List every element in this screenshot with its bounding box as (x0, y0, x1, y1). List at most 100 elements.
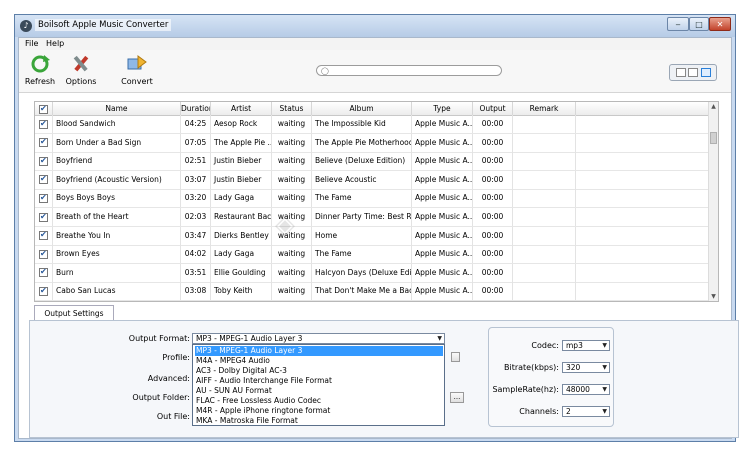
header-status[interactable]: Status (272, 102, 312, 115)
cell-duration: 03:07 (181, 170, 211, 189)
row-checkbox-cell[interactable] (35, 189, 53, 208)
row-checkbox[interactable] (39, 286, 48, 296)
header-name[interactable]: Name (53, 102, 181, 115)
format-option[interactable]: AU - SUN AU Format (195, 386, 443, 396)
view-grid-icon[interactable] (701, 68, 711, 77)
cell-album: Home (312, 226, 412, 245)
cell-duration: 02:51 (181, 152, 211, 171)
row-checkbox[interactable] (39, 137, 48, 148)
scroll-up-icon[interactable]: ▲ (709, 102, 718, 111)
format-option[interactable]: FLAC - Free Lossless Audio Codec (195, 396, 443, 406)
cell-remark (513, 263, 576, 282)
table-row[interactable]: Burn03:51Ellie GouldingwaitingHalcyon Da… (35, 263, 710, 283)
output-format-value: MP3 - MPEG-1 Audio Layer 3 (196, 334, 303, 343)
format-option[interactable]: AIFF - Audio Interchange File Format (195, 376, 443, 386)
convert-button[interactable]: Convert (119, 53, 155, 86)
header-select-all[interactable] (35, 102, 53, 115)
row-checkbox-cell[interactable] (35, 170, 53, 189)
row-checkbox[interactable] (39, 230, 48, 241)
format-option[interactable]: MP3 - MPEG-1 Audio Layer 3 (195, 346, 443, 356)
cell-type: Apple Music A... (412, 152, 473, 171)
cell-name: Boyfriend (Acoustic Version) (53, 170, 181, 189)
cell-remark (513, 226, 576, 245)
row-checkbox-cell[interactable] (35, 263, 53, 282)
output-format-select[interactable]: MP3 - MPEG-1 Audio Layer 3 ▼ (192, 333, 445, 344)
output-format-label: Output Format: (128, 334, 190, 343)
table-scrollbar[interactable]: ▲ ▼ (708, 102, 718, 301)
format-option[interactable]: M4A - MPEG4 Audio (195, 356, 443, 366)
codec-select[interactable]: mp3 ▼ (562, 340, 610, 351)
header-album[interactable]: Album (312, 102, 412, 115)
row-checkbox-cell[interactable] (35, 226, 53, 245)
format-option[interactable]: AC3 - Dolby Digital AC-3 (195, 366, 443, 376)
table-row[interactable]: Brown Eyes04:02Lady GagawaitingThe FameA… (35, 245, 710, 265)
cell-status: waiting (272, 152, 312, 171)
view-detail-icon[interactable] (688, 68, 698, 77)
table-row[interactable]: Boyfriend02:51Justin BieberwaitingBeliev… (35, 152, 710, 172)
cell-duration: 07:05 (181, 133, 211, 152)
search-input[interactable]: ◯ (316, 65, 502, 76)
row-checkbox[interactable] (39, 212, 48, 222)
chevron-down-icon: ▼ (602, 342, 607, 349)
cell-remark (513, 282, 576, 301)
cell-output: 00:00 (473, 226, 513, 245)
row-checkbox[interactable] (39, 156, 48, 166)
row-checkbox[interactable] (39, 193, 48, 203)
select-all-checkbox[interactable] (39, 104, 48, 114)
menu-help[interactable]: Help (46, 39, 64, 48)
minimize-button[interactable]: ‒ (667, 17, 689, 31)
row-checkbox-cell[interactable] (35, 152, 53, 171)
row-checkbox-cell[interactable] (35, 245, 53, 264)
chevron-down-icon: ▼ (602, 386, 607, 393)
table-row[interactable]: Cabo San Lucas03:08Toby KeithwaitingThat… (35, 282, 710, 302)
profile-edit-button[interactable] (451, 352, 460, 362)
close-button[interactable]: ✕ (709, 17, 731, 31)
cell-name: Breathe You In (53, 226, 181, 245)
table-row[interactable]: Breathe You In03:47Dierks Bentleywaiting… (35, 226, 710, 246)
maximize-button[interactable]: □ (689, 17, 709, 31)
row-checkbox[interactable] (39, 249, 48, 259)
cell-name: Burn (53, 263, 181, 282)
title-bar[interactable]: ♪ Boilsoft Apple Music Converter ‒ □ ✕ (15, 15, 735, 37)
header-type[interactable]: Type (412, 102, 473, 115)
cell-status: waiting (272, 263, 312, 282)
output-format-dropdown[interactable]: MP3 - MPEG-1 Audio Layer 3 M4A - MPEG4 Au… (192, 344, 445, 426)
browse-folder-button[interactable]: ... (450, 392, 464, 403)
menu-file[interactable]: File (25, 39, 38, 48)
options-button[interactable]: Options (65, 53, 97, 86)
refresh-button[interactable]: Refresh (24, 53, 56, 86)
table-row[interactable]: Blood Sandwich04:25Aesop RockwaitingThe … (35, 115, 710, 134)
cell-album: The Apple Pie Motherhood... (312, 133, 412, 152)
row-checkbox-cell[interactable] (35, 208, 53, 226)
cell-name: Boys Boys Boys (53, 189, 181, 208)
row-checkbox-cell[interactable] (35, 282, 53, 301)
table-row[interactable]: Breath of the Heart02:03Restaurant Bac..… (35, 208, 710, 227)
table-row[interactable]: Born Under a Bad Sign07:05The Apple Pie … (35, 133, 710, 153)
table-row[interactable]: Boyfriend (Acoustic Version)03:07Justin … (35, 170, 710, 190)
samplerate-select[interactable]: 48000 ▼ (562, 384, 610, 395)
view-list-icon[interactable] (676, 68, 686, 77)
scroll-thumb[interactable] (710, 132, 717, 144)
bitrate-select[interactable]: 320 ▼ (562, 362, 610, 373)
tab-output-settings[interactable]: Output Settings (34, 305, 114, 320)
row-checkbox[interactable] (39, 267, 48, 278)
channels-select[interactable]: 2 ▼ (562, 406, 610, 417)
row-checkbox[interactable] (39, 119, 48, 129)
cell-output: 00:00 (473, 189, 513, 208)
table-row[interactable]: Boys Boys Boys03:20Lady GagawaitingThe F… (35, 189, 710, 209)
samplerate-value: 48000 (566, 385, 590, 394)
header-duration[interactable]: Duration (181, 102, 211, 115)
cell-artist: The Apple Pie ... (211, 133, 272, 152)
cell-album: Believe Acoustic (312, 170, 412, 189)
format-option[interactable]: M4R - Apple iPhone ringtone format (195, 406, 443, 416)
header-artist[interactable]: Artist (211, 102, 272, 115)
cell-output: 00:00 (473, 263, 513, 282)
row-checkbox-cell[interactable] (35, 133, 53, 152)
header-remark[interactable]: Remark (513, 102, 576, 115)
track-table: Name Duration Artist Status Album Type O… (34, 101, 719, 302)
header-output[interactable]: Output (473, 102, 513, 115)
scroll-down-icon[interactable]: ▼ (709, 292, 718, 301)
row-checkbox[interactable] (39, 174, 48, 185)
row-checkbox-cell[interactable] (35, 115, 53, 133)
format-option[interactable]: MKA - Matroska File Format (195, 416, 443, 426)
